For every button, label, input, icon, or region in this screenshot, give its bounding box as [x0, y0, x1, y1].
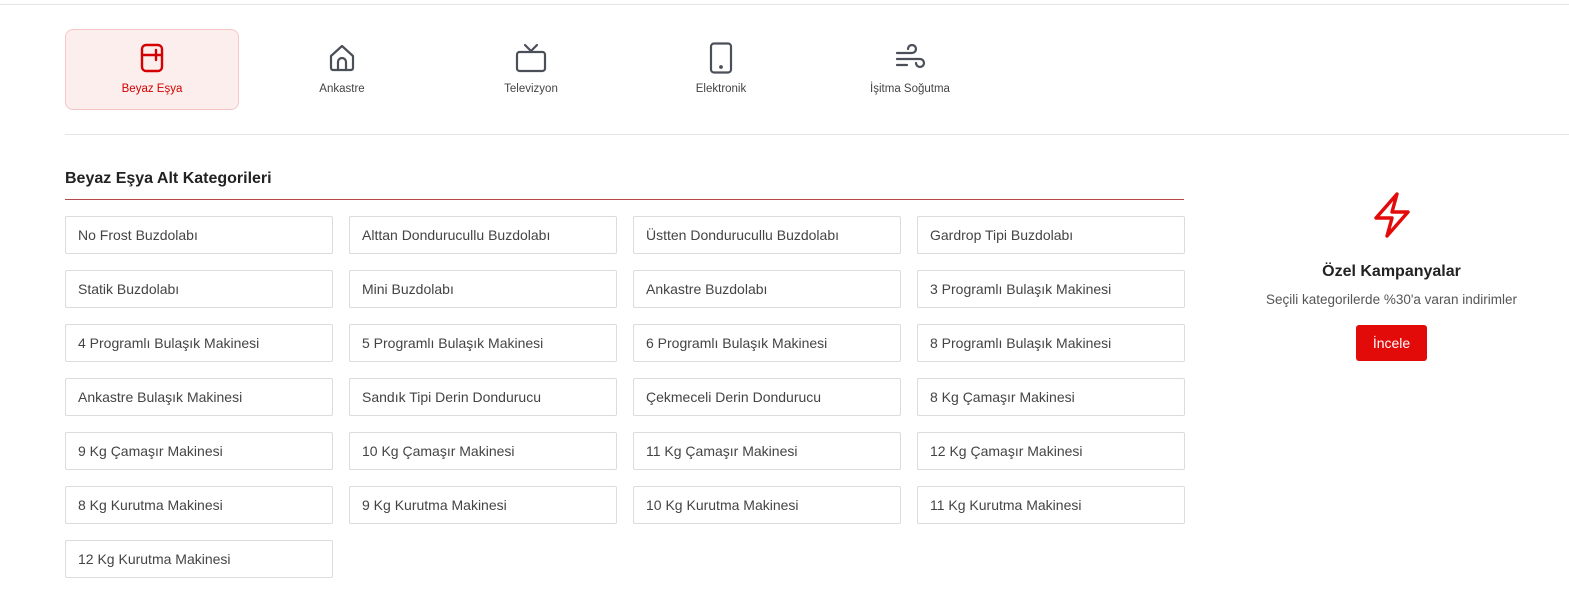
subcategory-item[interactable]: 11 Kg Kurutma Makinesi — [917, 486, 1185, 524]
tab-televizyon[interactable]: Televizyon — [444, 29, 618, 110]
subcategory-item[interactable]: 12 Kg Kurutma Makinesi — [65, 540, 333, 578]
subcategory-item[interactable]: Ankastre Bulaşık Makinesi — [65, 378, 333, 416]
subcategory-item[interactable]: Ankastre Buzdolabı — [633, 270, 901, 308]
subcategory-item[interactable]: 9 Kg Çamaşır Makinesi — [65, 432, 333, 470]
top-divider — [0, 4, 1569, 5]
promo-description: Seçili kategorilerde %30'a varan indirim… — [1266, 292, 1517, 307]
lightning-icon — [1368, 190, 1416, 245]
subcategory-grid: No Frost Buzdolabı Alttan Dondurucullu Bu… — [65, 216, 1185, 578]
tab-label: İşitma Soğutma — [870, 83, 950, 95]
subcategory-item[interactable]: 10 Kg Kurutma Makinesi — [633, 486, 901, 524]
subcategory-item[interactable]: 3 Programlı Bulaşık Makinesi — [917, 270, 1185, 308]
promo-title: Özel Kampanyalar — [1322, 263, 1461, 280]
subcategory-item[interactable]: Çekmeceli Derin Dondurucu — [633, 378, 901, 416]
subcategory-item[interactable]: 8 Kg Çamaşır Makinesi — [917, 378, 1185, 416]
wind-icon — [894, 42, 926, 74]
subcategory-item[interactable]: 9 Kg Kurutma Makinesi — [349, 486, 617, 524]
subcategory-item[interactable]: 8 Kg Kurutma Makinesi — [65, 486, 333, 524]
subcategory-item[interactable]: Mini Buzdolabı — [349, 270, 617, 308]
nav-divider — [65, 134, 1569, 135]
subcategory-item[interactable]: Sandık Tipi Derin Dondurucu — [349, 378, 617, 416]
phone-icon — [705, 42, 737, 74]
tab-label: Beyaz Eşya — [121, 83, 183, 95]
category-nav: Beyaz Eşya Ankastre Televizyon Elektroni… — [65, 29, 1165, 110]
subcategory-heading: Beyaz Eşya Alt Kategorileri — [65, 170, 272, 187]
tv-icon — [515, 42, 547, 74]
subcategory-item[interactable]: No Frost Buzdolabı — [65, 216, 333, 254]
subcategory-item[interactable]: Alttan Dondurucullu Buzdolabı — [349, 216, 617, 254]
promo-panel: Özel Kampanyalar Seçili kategorilerde %3… — [1229, 190, 1554, 361]
tab-label: Televizyon — [504, 83, 558, 95]
subcategory-item[interactable]: 6 Programlı Bulaşık Makinesi — [633, 324, 901, 362]
subcategory-item[interactable]: 10 Kg Çamaşır Makinesi — [349, 432, 617, 470]
tab-label: Elektronik — [695, 83, 747, 95]
subcategory-item[interactable]: 12 Kg Çamaşır Makinesi — [917, 432, 1185, 470]
subcategory-item[interactable]: 5 Programlı Bulaşık Makinesi — [349, 324, 617, 362]
tab-label: Ankastre — [319, 83, 365, 95]
tab-ankastre[interactable]: Ankastre — [255, 29, 429, 110]
tab-elektronik[interactable]: Elektronik — [634, 29, 808, 110]
fridge-icon — [136, 42, 168, 74]
tab-isitma-sogutma[interactable]: İşitma Soğutma — [823, 29, 997, 110]
subcategory-item[interactable]: 8 Programlı Bulaşık Makinesi — [917, 324, 1185, 362]
subcategory-item[interactable]: Üstten Dondurucullu Buzdolabı — [633, 216, 901, 254]
subcategory-item[interactable]: Gardrop Tipi Buzdolabı — [917, 216, 1185, 254]
heading-underline — [65, 199, 1184, 200]
subcategory-item[interactable]: Statik Buzdolabı — [65, 270, 333, 308]
subcategory-item[interactable]: 4 Programlı Bulaşık Makinesi — [65, 324, 333, 362]
subcategory-item[interactable]: 11 Kg Çamaşır Makinesi — [633, 432, 901, 470]
home-icon — [326, 42, 358, 74]
promo-button[interactable]: İncele — [1356, 325, 1427, 361]
tab-beyaz-esya[interactable]: Beyaz Eşya — [65, 29, 239, 110]
